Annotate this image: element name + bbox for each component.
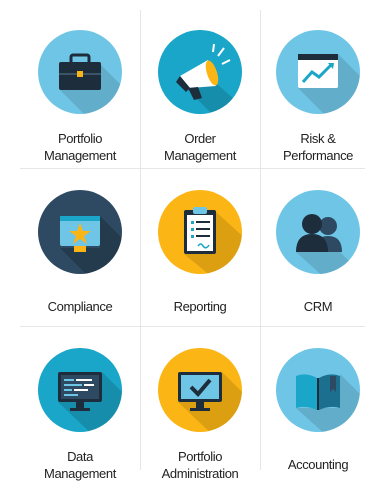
tile-label-line-1: Order bbox=[184, 131, 216, 146]
star-certificate-icon bbox=[38, 190, 122, 274]
tile-order-management[interactable]: Order Management bbox=[140, 8, 260, 166]
tile-data-management[interactable]: Data Management bbox=[20, 326, 140, 484]
clipboard-icon bbox=[158, 190, 242, 274]
monitor-check-icon bbox=[158, 348, 242, 432]
chart-window-icon bbox=[276, 30, 360, 114]
tile-label-line-1: Reporting bbox=[173, 299, 227, 314]
tile-label-line-2: Performance bbox=[282, 148, 354, 163]
tile-label-line-1: Risk & bbox=[300, 131, 336, 146]
tile-label-line-1: Compliance bbox=[47, 299, 113, 314]
tile-label-line-1: Portfolio bbox=[177, 449, 223, 464]
tile-reporting[interactable]: Reporting bbox=[140, 168, 260, 326]
megaphone-icon bbox=[158, 30, 242, 114]
book-icon bbox=[276, 348, 360, 432]
tile-label: Portfolio Administration bbox=[141, 448, 259, 482]
monitor-data-icon bbox=[38, 348, 122, 432]
tile-accounting[interactable]: Accounting bbox=[258, 326, 378, 484]
tile-label: Order Management bbox=[141, 130, 259, 164]
people-icon bbox=[276, 190, 360, 274]
tile-label-line-2: Management bbox=[44, 148, 116, 163]
tile-crm[interactable]: CRM bbox=[258, 168, 378, 326]
tile-label: Reporting bbox=[141, 298, 259, 315]
tile-compliance[interactable]: Compliance bbox=[20, 168, 140, 326]
briefcase-icon bbox=[38, 30, 122, 114]
tile-label: Data Management bbox=[21, 448, 139, 482]
tile-label: Portfolio Management bbox=[21, 130, 139, 164]
tile-label-line-1: Accounting bbox=[287, 457, 349, 472]
tile-risk-performance[interactable]: Risk & Performance bbox=[258, 8, 378, 166]
tile-label-line-2: Administration bbox=[161, 466, 239, 481]
tile-portfolio-management[interactable]: Portfolio Management bbox=[20, 8, 140, 166]
tile-label: Risk & Performance bbox=[259, 130, 377, 164]
tile-label-line-2: Management bbox=[44, 466, 116, 481]
tile-label: CRM bbox=[259, 298, 377, 315]
tile-label: Compliance bbox=[21, 298, 139, 315]
tile-label: Accounting bbox=[259, 456, 377, 473]
tile-label-line-1: Portfolio bbox=[57, 131, 103, 146]
tile-label-line-1: CRM bbox=[303, 299, 333, 314]
tile-portfolio-administration[interactable]: Portfolio Administration bbox=[140, 326, 260, 484]
tile-label-line-1: Data bbox=[67, 449, 93, 464]
tile-label-line-2: Management bbox=[164, 148, 236, 163]
module-grid: Portfolio Management Order Management Ri… bbox=[0, 0, 378, 481]
